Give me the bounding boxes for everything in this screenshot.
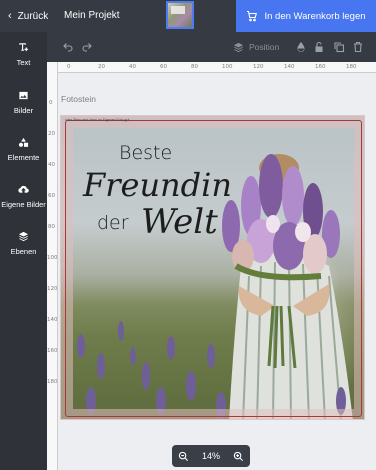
ruler-tick: 80 [48,224,55,230]
ruler-tick: 20 [48,131,55,137]
info-text: oder Stein wird oben im Eigenen Foto gut [65,118,130,122]
sidebar-item-text[interactable]: Text [0,42,47,67]
text-add-icon [19,43,29,52]
background-photo[interactable]: oder Stein wird oben im Eigenen Foto gut… [61,116,364,419]
sidebar-item-own-images[interactable]: Eigene Bilder [0,184,47,209]
sidebar-item-elements[interactable]: Elemente [0,137,47,162]
ruler-tick: 180 [346,64,357,70]
chevron-left-icon: ‹ [8,10,12,22]
ruler-tick: 160 [47,348,58,354]
product-label: Fotostein [61,94,96,104]
undo-icon[interactable] [62,41,74,53]
headline-word-beste: Beste [119,142,173,164]
thumbnail-text-overlay [171,6,185,14]
zoom-level: 14% [201,451,220,461]
ruler-tick: 120 [253,64,264,70]
safe-area-frame [65,120,362,417]
vertical-ruler: 0 20 40 60 80 100 120 140 160 180 [47,62,58,470]
opacity-icon[interactable] [295,41,307,53]
project-name[interactable]: Mein Projekt [64,0,120,32]
sidebar-item-label: Elemente [7,153,40,162]
ruler-tick: 60 [48,193,55,199]
ruler-tick: 0 [67,64,71,70]
sidebar-item-label: Text [16,58,31,67]
headline-word-welt: Welt [141,202,218,242]
headline-word-freundin: Freundin [83,166,232,204]
zoom-in-icon[interactable] [233,451,244,462]
ruler-tick: 180 [47,379,58,385]
ruler-tick: 100 [47,255,58,261]
product-thumbnail[interactable] [166,1,194,29]
ruler-tick: 20 [98,64,105,70]
ruler-tick: 0 [49,100,53,106]
ruler-tick: 140 [47,317,58,323]
left-sidebar: Text Bilder Elemente Eigene Bilder Ebene… [0,32,47,470]
zoom-control: 14% [172,445,250,467]
position-label: Position [249,42,280,52]
ruler-tick: 40 [129,64,136,70]
sidebar-item-label: Eigene Bilder [1,200,46,209]
add-to-cart-label: In den Warenkorb legen [264,10,366,22]
back-label: Zurück [17,10,49,22]
design-canvas[interactable]: oder Stein wird oben im Eigenen Foto gut… [60,115,365,420]
sidebar-item-label: Bilder [13,106,34,115]
sidebar-item-label: Ebenen [10,247,37,256]
image-icon [19,91,28,100]
redo-icon[interactable] [81,41,93,53]
ruler-tick: 60 [160,64,167,70]
headline-word-der: der [97,212,129,234]
position-button[interactable]: Position [233,41,279,53]
shapes-icon [18,137,29,147]
trash-icon[interactable] [352,41,364,53]
top-bar: ‹ Zurück Mein Projekt In den Warenkorb l… [0,0,376,32]
sidebar-item-images[interactable]: Bilder [0,90,47,115]
horizontal-ruler: 0 20 40 60 80 100 120 140 160 180 [47,62,376,73]
cart-icon [247,10,258,22]
back-button[interactable]: ‹ Zurück [8,0,48,32]
ruler-tick: 80 [191,64,198,70]
zoom-out-icon[interactable] [178,451,189,462]
duplicate-icon[interactable] [333,41,345,53]
editor-toolbar: Position [47,32,376,62]
ruler-tick: 120 [47,286,58,292]
layers-icon [18,231,29,242]
add-to-cart-button[interactable]: In den Warenkorb legen [236,0,376,32]
ruler-tick: 160 [315,64,326,70]
ruler-tick: 100 [222,64,233,70]
position-layers-icon [233,42,244,52]
upload-cloud-icon [18,185,29,193]
sidebar-item-layers[interactable]: Ebenen [0,231,47,256]
lock-icon[interactable] [313,41,325,53]
ruler-tick: 40 [48,162,55,168]
ruler-tick: 140 [284,64,295,70]
